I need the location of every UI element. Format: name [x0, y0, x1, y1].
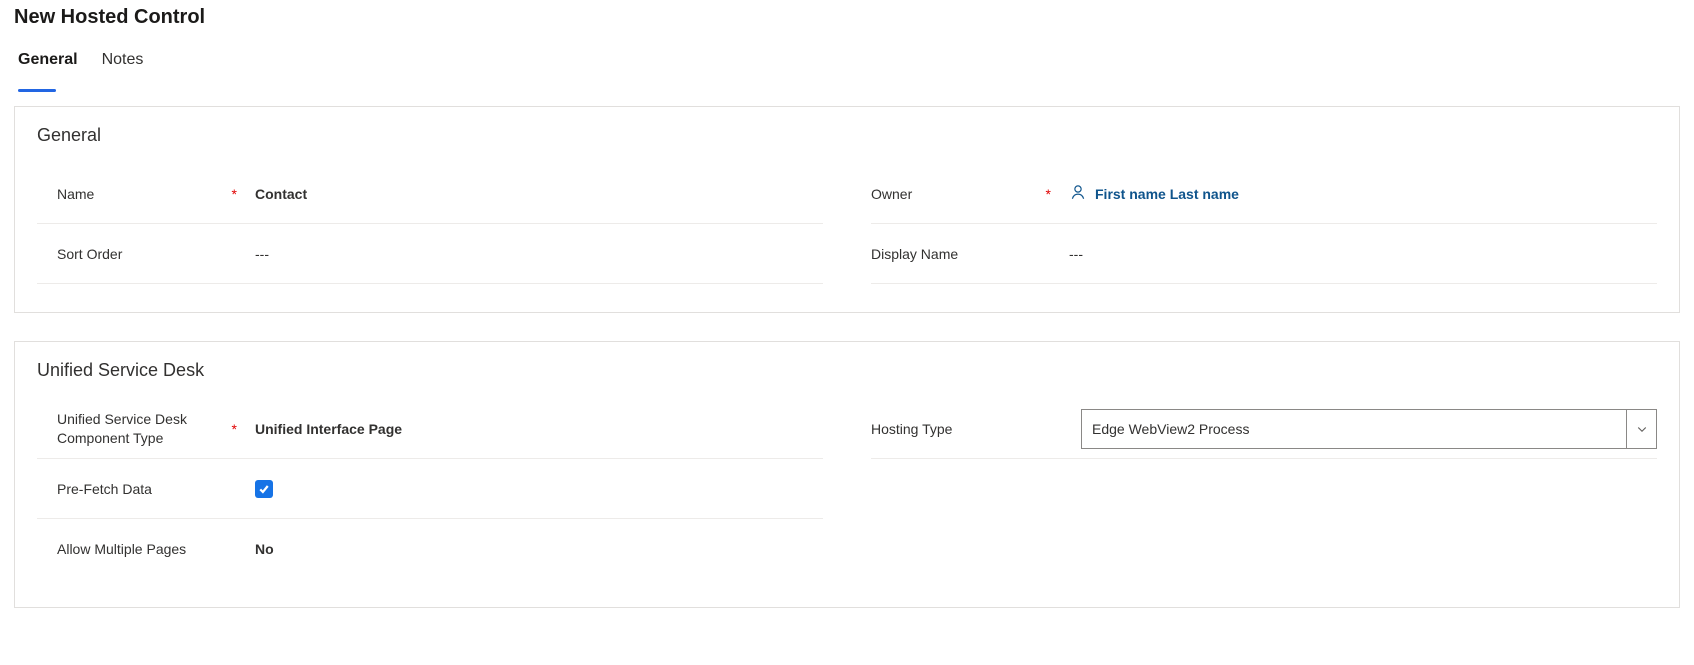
prefetch-checkbox[interactable] — [255, 480, 273, 498]
required-indicator: * — [226, 421, 255, 437]
tab-notes[interactable]: Notes — [102, 51, 144, 78]
chevron-down-icon[interactable] — [1626, 410, 1656, 448]
field-sort-order-label: Sort Order — [57, 246, 231, 262]
field-allow-multiple-label: Allow Multiple Pages — [57, 541, 231, 557]
field-allow-multiple-row: Allow Multiple Pages No — [37, 519, 823, 579]
page-title: New Hosted Control — [14, 6, 1680, 29]
field-display-name-label: Display Name — [871, 246, 1045, 262]
section-general-title: General — [37, 125, 1657, 146]
person-icon — [1069, 183, 1087, 204]
field-name-row: Name * Contact — [37, 164, 823, 224]
tab-active-underline — [18, 89, 56, 92]
tab-general[interactable]: General — [18, 51, 78, 78]
field-component-type-label: Unified Service Desk Component Type — [57, 410, 226, 448]
field-prefetch-value[interactable] — [255, 469, 823, 509]
field-name-label: Name — [57, 186, 226, 202]
field-sort-order-value[interactable]: --- — [255, 234, 823, 274]
owner-name: First name Last name — [1095, 186, 1239, 202]
field-display-name-row: Display Name --- — [871, 224, 1657, 284]
field-component-type-row: Unified Service Desk Component Type * Un… — [37, 399, 823, 459]
field-display-name-value[interactable]: --- — [1069, 234, 1657, 274]
section-general: General Name * Contact Sort Order --- — [14, 106, 1680, 313]
hosting-type-select-value: Edge WebView2 Process — [1082, 410, 1626, 448]
field-name-value[interactable]: Contact — [255, 174, 823, 214]
tabs: General Notes — [14, 51, 1680, 78]
hosting-type-select[interactable]: Edge WebView2 Process — [1081, 409, 1657, 449]
required-indicator: * — [1040, 186, 1069, 202]
field-owner-value[interactable]: First name Last name — [1069, 174, 1657, 214]
field-prefetch-label: Pre-Fetch Data — [57, 481, 231, 497]
owner-link[interactable]: First name Last name — [1069, 183, 1239, 204]
field-hosting-type-row: Hosting Type Edge WebView2 Process — [871, 399, 1657, 459]
field-hosting-type-label: Hosting Type — [871, 421, 1081, 437]
field-owner-row: Owner * First name Last name — [871, 164, 1657, 224]
required-indicator: * — [226, 186, 255, 202]
field-component-type-value[interactable]: Unified Interface Page — [255, 409, 823, 449]
field-prefetch-row: Pre-Fetch Data — [37, 459, 823, 519]
field-sort-order-row: Sort Order --- — [37, 224, 823, 284]
section-usd: Unified Service Desk Unified Service Des… — [14, 341, 1680, 608]
section-usd-title: Unified Service Desk — [37, 360, 1657, 381]
field-owner-label: Owner — [871, 186, 1040, 202]
field-allow-multiple-value[interactable]: No — [255, 529, 823, 569]
